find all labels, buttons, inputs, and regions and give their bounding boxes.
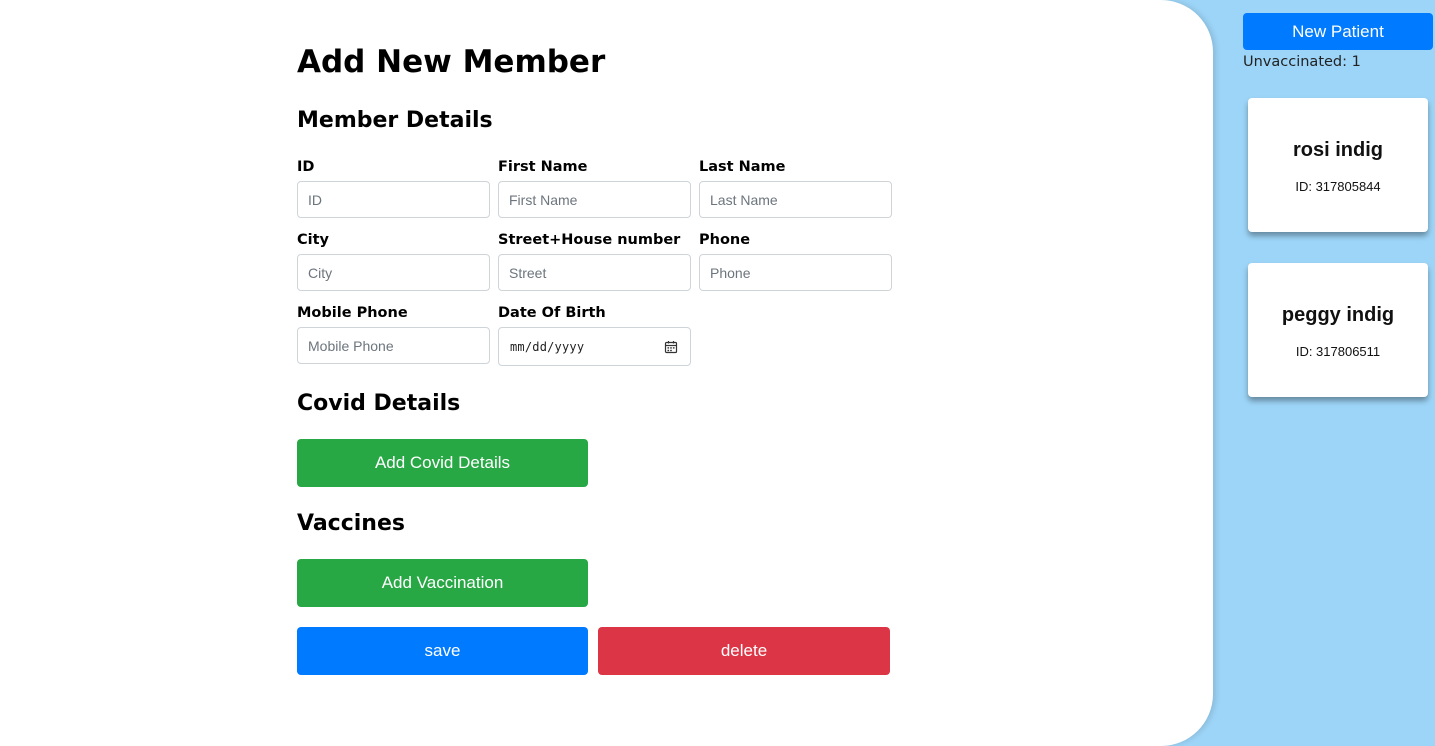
- patient-id: ID: 317805844: [1295, 179, 1381, 194]
- save-button[interactable]: save: [297, 627, 588, 675]
- street-input[interactable]: [498, 254, 691, 291]
- member-details-heading: Member Details: [297, 108, 493, 133]
- phone-input[interactable]: [699, 254, 892, 291]
- page-title: Add New Member: [297, 44, 606, 80]
- first-name-field: First Name: [498, 159, 691, 218]
- id-field: ID: [297, 159, 490, 218]
- new-patient-button[interactable]: New Patient: [1243, 13, 1433, 50]
- vaccines-heading: Vaccines: [297, 511, 405, 536]
- patient-card[interactable]: rosi indig ID: 317805844: [1248, 98, 1428, 232]
- street-label: Street+House number: [498, 232, 681, 248]
- patient-id: ID: 317806511: [1295, 344, 1381, 359]
- add-covid-details-button[interactable]: Add Covid Details: [297, 439, 588, 487]
- id-label: ID: [297, 159, 315, 175]
- last-name-label: Last Name: [699, 159, 786, 175]
- mobile-phone-field: Mobile Phone: [297, 305, 490, 364]
- last-name-input[interactable]: [699, 181, 892, 218]
- calendar-icon[interactable]: [664, 340, 678, 354]
- city-input[interactable]: [297, 254, 490, 291]
- patient-name: peggy indig: [1281, 304, 1395, 326]
- add-vaccination-button[interactable]: Add Vaccination: [297, 559, 588, 607]
- mobile-phone-input[interactable]: [297, 327, 490, 364]
- patient-name: rosi indig: [1293, 139, 1383, 161]
- date-of-birth-input[interactable]: mm/dd/yyyy: [498, 327, 691, 366]
- phone-label: Phone: [699, 232, 751, 248]
- phone-field: Phone: [699, 232, 892, 291]
- date-of-birth-label: Date Of Birth: [498, 305, 606, 321]
- patient-card[interactable]: peggy indig ID: 317806511: [1248, 263, 1428, 397]
- first-name-label: First Name: [498, 159, 588, 175]
- mobile-phone-label: Mobile Phone: [297, 305, 408, 321]
- id-input[interactable]: [297, 181, 490, 218]
- last-name-field: Last Name: [699, 159, 892, 218]
- main-panel: Add New Member Member Details ID First N…: [0, 0, 1213, 746]
- city-field: City: [297, 232, 490, 291]
- first-name-input[interactable]: [498, 181, 691, 218]
- date-of-birth-field: Date Of Birth mm/dd/yyyy: [498, 305, 691, 366]
- covid-details-heading: Covid Details: [297, 391, 461, 416]
- street-field: Street+House number: [498, 232, 691, 291]
- unvaccinated-count: Unvaccinated: 1: [1243, 54, 1361, 70]
- delete-button[interactable]: delete: [598, 627, 890, 675]
- date-of-birth-value: mm/dd/yyyy: [510, 339, 585, 354]
- city-label: City: [297, 232, 329, 248]
